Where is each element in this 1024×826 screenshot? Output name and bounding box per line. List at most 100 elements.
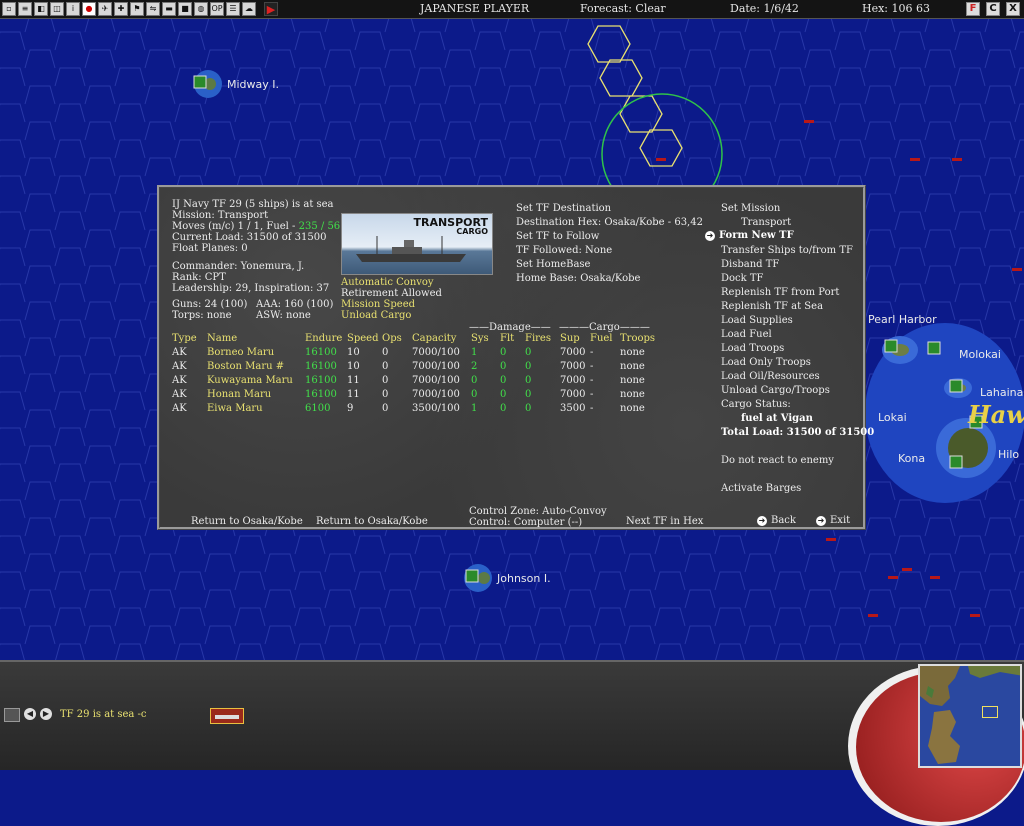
minimap-viewport[interactable] — [982, 706, 998, 718]
control-mode[interactable]: Control: Computer (--) — [469, 517, 582, 528]
japan-flag-icon[interactable]: ● — [82, 2, 96, 16]
col-header-sys[interactable]: Sys — [471, 333, 489, 344]
exit-button[interactable]: ➜ Exit — [816, 515, 850, 526]
cargo-ship-icon — [356, 236, 466, 262]
load-supplies-link[interactable]: Load Supplies — [721, 315, 793, 326]
globe-icon[interactable]: ◍ — [194, 2, 208, 16]
tf-ship-icon[interactable] — [210, 708, 244, 724]
enemy-ship-marker — [656, 158, 666, 161]
col-header-ops[interactable]: Ops — [382, 333, 402, 344]
list-icon[interactable]: ☰ — [226, 2, 240, 16]
next-tf-link[interactable]: Next TF in Hex — [626, 516, 703, 527]
set-tf-destination-link[interactable]: Set TF Destination — [516, 203, 611, 214]
option-unload-cargo[interactable]: Unload Cargo — [341, 310, 411, 321]
flag-button[interactable]: F — [966, 2, 980, 16]
no-react-link[interactable]: Do not react to enemy — [721, 455, 834, 466]
transfer-ships-link[interactable]: Transfer Ships to/from TF — [721, 245, 853, 256]
option-mission-speed[interactable]: Mission Speed — [341, 299, 415, 310]
cell-speed: 11 — [347, 389, 360, 400]
center-button[interactable]: C — [986, 2, 1000, 16]
col-header-fires[interactable]: Fires — [525, 333, 551, 344]
replenish-sea-link[interactable]: Replenish TF at Sea — [721, 301, 823, 312]
cell-capacity: 7000/100 — [412, 375, 460, 386]
report-icon[interactable]: ≡ — [18, 2, 32, 16]
col-header-sup[interactable]: Sup — [560, 333, 580, 344]
cell-name[interactable]: Borneo Maru — [207, 347, 274, 358]
col-header-type[interactable]: Type — [172, 333, 197, 344]
col-header-endure[interactable]: Endure — [305, 333, 342, 344]
replenish-port-link[interactable]: Replenish TF from Port — [721, 287, 839, 298]
toolbar-icons: ▫ ≡ ◧ ◫ i ● ✈ ✚ ⚑ ⇋ ▬ ■ ◍ OP ☰ ☁ — [0, 2, 256, 16]
col-header-flt[interactable]: Flt — [500, 333, 514, 344]
close-button[interactable]: X — [1006, 2, 1020, 16]
prev-arrow-icon[interactable]: ◀ — [24, 708, 36, 720]
ship-icon[interactable]: ▬ — [162, 2, 176, 16]
base-marker[interactable] — [193, 75, 207, 89]
cell-flt: 0 — [500, 403, 507, 414]
cell-troops: none — [620, 389, 645, 400]
intel-icon[interactable]: ◧ — [34, 2, 48, 16]
group-icon[interactable]: ◫ — [50, 2, 64, 16]
next-arrow-icon[interactable]: ▶ — [40, 708, 52, 720]
status-message: TF 29 is at sea -c — [60, 709, 147, 720]
top-toolbar: ▫ ≡ ◧ ◫ i ● ✈ ✚ ⚑ ⇋ ▬ ■ ◍ OP ☰ ☁ ▶ JAPANESE PLAYER Fore… — [0, 0, 1024, 19]
option-retirement-allowed[interactable]: Retirement Allowed — [341, 288, 442, 299]
load-troops-link[interactable]: Load Troops — [721, 343, 784, 354]
cell-name[interactable]: Eiwa Maru — [207, 403, 263, 414]
cell-fires: 0 — [525, 347, 532, 358]
option-automatic-convoy[interactable]: Automatic Convoy — [341, 277, 434, 288]
minimap[interactable] — [918, 664, 1022, 768]
op-icon[interactable]: OP — [210, 2, 224, 16]
col-header-troops[interactable]: Troops — [620, 333, 655, 344]
johnston-island[interactable] — [464, 564, 492, 592]
flag-icon[interactable]: ⚑ — [130, 2, 144, 16]
cell-sup: 7000 — [560, 389, 586, 400]
play-turn-icon[interactable]: ▶ — [264, 2, 278, 16]
cargo-status-label: Cargo Status: — [721, 399, 791, 410]
load-oil-link[interactable]: Load Oil/Resources — [721, 371, 820, 382]
cell-name[interactable]: Honan Maru — [207, 389, 271, 400]
pin-icon[interactable]: ■ — [178, 2, 192, 16]
load-only-troops-link[interactable]: Load Only Troops — [721, 357, 811, 368]
sub-icon[interactable]: ⇋ — [146, 2, 160, 16]
return-link-left[interactable]: Return to Osaka/Kobe — [191, 516, 303, 527]
set-mission-link[interactable]: Set Mission — [721, 203, 780, 214]
info-icon[interactable]: i — [66, 2, 80, 16]
exit-label: Exit — [830, 515, 851, 526]
cell-sup: 3500 — [560, 403, 586, 414]
cell-name[interactable]: Boston Maru # — [207, 361, 284, 372]
air-icon[interactable]: ✚ — [114, 2, 128, 16]
bottom-status-bar: ◀ ▶ TF 29 is at sea -c — [0, 660, 1024, 826]
set-tf-follow-link[interactable]: Set TF to Follow — [516, 231, 599, 242]
dock-tf-link[interactable]: Dock TF — [721, 273, 764, 284]
cell-type: AK — [172, 375, 187, 386]
cell-name[interactable]: Kuwayama Maru — [207, 375, 293, 386]
base-marker[interactable] — [949, 379, 963, 393]
disband-tf-link[interactable]: Disband TF — [721, 259, 779, 270]
midway-island[interactable] — [193, 70, 222, 98]
base-marker[interactable] — [465, 569, 479, 583]
base-marker[interactable] — [949, 455, 963, 469]
return-link-mid[interactable]: Return to Osaka/Kobe — [316, 516, 428, 527]
col-header-speed[interactable]: Speed — [347, 333, 379, 344]
cell-troops: none — [620, 403, 645, 414]
ship-list-icon[interactable] — [4, 708, 20, 722]
save-icon[interactable]: ▫ — [2, 2, 16, 16]
base-marker[interactable] — [884, 339, 898, 353]
enemy-ship-marker — [902, 568, 912, 571]
activate-barges-link[interactable]: Activate Barges — [721, 483, 801, 494]
col-header-capacity[interactable]: Capacity — [412, 333, 456, 344]
form-new-tf-link[interactable]: ➜ Form New TF — [705, 230, 794, 241]
col-header-name[interactable]: Name — [207, 333, 237, 344]
col-header-fuel[interactable]: Fuel — [590, 333, 613, 344]
cloud-icon[interactable]: ☁ — [242, 2, 256, 16]
back-button[interactable]: ➜ Back — [757, 515, 796, 526]
cell-fuel: - — [590, 389, 594, 400]
set-homebase-link[interactable]: Set HomeBase — [516, 259, 590, 270]
tf-commander[interactable]: Commander: Yonemura, J. — [172, 261, 304, 272]
unload-cargo-link[interactable]: Unload Cargo/Troops — [721, 385, 830, 396]
load-fuel-link[interactable]: Load Fuel — [721, 329, 772, 340]
plane-icon[interactable]: ✈ — [98, 2, 112, 16]
cell-endure: 6100 — [305, 403, 331, 414]
base-marker[interactable] — [927, 341, 941, 355]
